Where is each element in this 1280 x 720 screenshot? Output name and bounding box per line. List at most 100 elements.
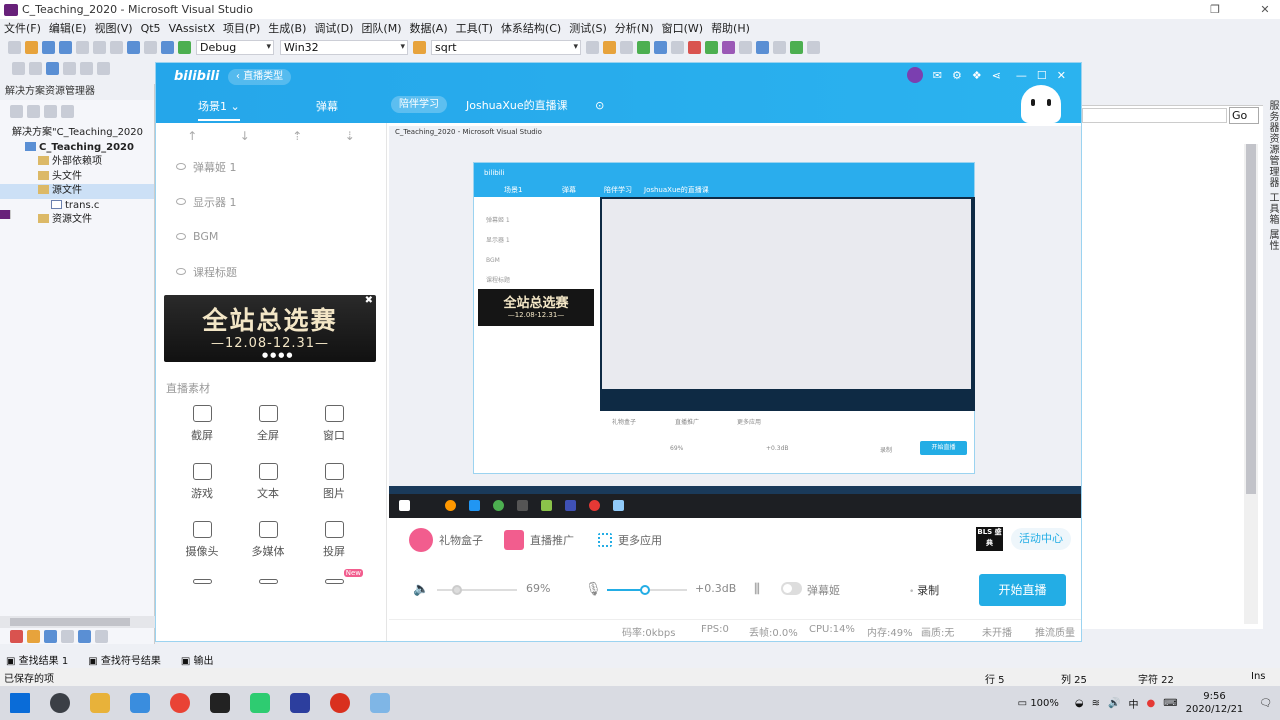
material-more[interactable] bbox=[169, 579, 235, 589]
outdent-icon[interactable] bbox=[29, 61, 42, 75]
tree-item[interactable]: 源文件 bbox=[0, 184, 154, 199]
gift-icon[interactable]: ❖ bbox=[972, 69, 982, 82]
menu-item[interactable]: 窗口(W) bbox=[658, 20, 707, 36]
menu-item[interactable]: 生成(B) bbox=[264, 20, 310, 36]
tab-danmaku[interactable]: 弹幕 bbox=[316, 98, 338, 114]
menu-item[interactable]: 项目(P) bbox=[219, 20, 264, 36]
menu-item[interactable]: 团队(M) bbox=[357, 20, 405, 36]
study-badge[interactable]: 陪伴学习 bbox=[391, 96, 447, 113]
tab-icon[interactable] bbox=[10, 629, 23, 643]
navigate-icon[interactable] bbox=[161, 41, 174, 54]
material-window[interactable]: 窗口 bbox=[301, 405, 367, 443]
list-icon[interactable] bbox=[97, 61, 110, 75]
copy-icon[interactable] bbox=[93, 41, 106, 54]
event-banner[interactable]: 全站总选赛 —12.08-12.31— ✖ ●●●● bbox=[164, 295, 376, 362]
file-explorer-icon[interactable] bbox=[90, 693, 110, 713]
view-code-icon[interactable] bbox=[61, 104, 74, 118]
gift-box-button[interactable]: 礼物盒子 bbox=[409, 525, 483, 555]
tab-icon[interactable] bbox=[78, 629, 91, 643]
source-item[interactable]: 弹幕姬 1 bbox=[156, 149, 386, 184]
source-item[interactable]: 课程标题 bbox=[156, 254, 386, 289]
material-gamepad[interactable]: 游戏 bbox=[169, 463, 235, 501]
start-debug-icon[interactable] bbox=[178, 41, 191, 54]
format-icon[interactable] bbox=[63, 61, 76, 75]
terminal-icon[interactable] bbox=[210, 693, 230, 713]
ime-mode-icon[interactable]: ⌨ bbox=[1163, 698, 1177, 709]
material-phone[interactable]: 投屏 bbox=[301, 521, 367, 559]
settings-icon[interactable]: ⚙ bbox=[952, 69, 962, 82]
record-button[interactable]: • 录制 bbox=[909, 582, 939, 598]
refresh-icon[interactable] bbox=[44, 104, 57, 118]
save-icon[interactable] bbox=[42, 41, 55, 54]
promote-button[interactable]: 直播推广 bbox=[504, 525, 574, 555]
object-browser-icon[interactable] bbox=[654, 41, 667, 54]
tab-scene[interactable]: 场景1 ⌄ bbox=[198, 98, 240, 121]
tree-item[interactable]: C_Teaching_2020 bbox=[0, 141, 154, 156]
app-icon[interactable] bbox=[330, 693, 350, 713]
menu-item[interactable]: 测试(S) bbox=[565, 20, 611, 36]
move-bottom-icon[interactable]: ⇣ bbox=[345, 129, 355, 143]
carousel-dots[interactable]: ●●●● bbox=[262, 351, 294, 359]
windows-start-icon[interactable] bbox=[10, 693, 30, 713]
menu-item[interactable]: 视图(V) bbox=[90, 20, 136, 36]
undo-icon[interactable] bbox=[127, 41, 140, 54]
more-tools-icon[interactable] bbox=[807, 41, 820, 54]
avatar[interactable] bbox=[906, 67, 923, 83]
find-dropdown[interactable]: sqrt bbox=[431, 40, 581, 55]
menu-item[interactable]: 工具(T) bbox=[452, 20, 497, 36]
solution-hscrollbar[interactable] bbox=[0, 616, 155, 628]
live-preview[interactable]: C_Teaching_2020 - Microsoft Visual Studi… bbox=[389, 126, 1081, 518]
material-camera[interactable]: 摄像头 bbox=[169, 521, 235, 559]
class-view-icon[interactable] bbox=[637, 41, 650, 54]
scroll-thumb[interactable] bbox=[1246, 144, 1256, 494]
volume-knob[interactable] bbox=[452, 585, 463, 595]
tab-icon[interactable] bbox=[61, 629, 74, 643]
ime-indicator[interactable]: 中 bbox=[1128, 696, 1138, 711]
material-more[interactable] bbox=[235, 579, 301, 589]
tree-item[interactable]: 资源文件 bbox=[0, 213, 154, 228]
member-combo[interactable] bbox=[1082, 108, 1227, 123]
material-more[interactable]: New bbox=[301, 569, 367, 589]
menu-item[interactable]: 帮助(H) bbox=[707, 20, 754, 36]
live-type-button[interactable]: ‹ 直播类型 bbox=[228, 69, 292, 85]
tab-icon[interactable] bbox=[44, 629, 57, 643]
build-icon[interactable] bbox=[790, 41, 803, 54]
danmaku-toggle[interactable] bbox=[781, 582, 802, 595]
eye-icon[interactable] bbox=[176, 198, 186, 205]
volume-slider[interactable] bbox=[437, 585, 517, 595]
network-icon[interactable]: ◒ bbox=[1075, 698, 1084, 709]
comment-icon[interactable] bbox=[756, 41, 769, 54]
menu-item[interactable]: VAssistX bbox=[165, 22, 219, 35]
material-text[interactable]: 文本 bbox=[235, 463, 301, 501]
cut-icon[interactable] bbox=[76, 41, 89, 54]
material-image[interactable]: 图片 bbox=[301, 463, 367, 501]
properties-icon[interactable] bbox=[620, 41, 633, 54]
find-icon[interactable] bbox=[413, 41, 426, 54]
eye-icon[interactable] bbox=[176, 268, 186, 275]
app-icon[interactable] bbox=[50, 693, 70, 713]
microphone-icon[interactable]: 🎙 bbox=[585, 582, 602, 597]
menu-item[interactable]: Qt5 bbox=[137, 22, 165, 35]
app-icon[interactable] bbox=[290, 693, 310, 713]
open-folder-icon[interactable] bbox=[25, 41, 38, 54]
comment-out-icon[interactable] bbox=[46, 61, 59, 75]
indent-icon[interactable] bbox=[12, 61, 25, 75]
tree-item[interactable]: trans.c bbox=[0, 199, 154, 214]
eye-icon[interactable] bbox=[176, 233, 186, 240]
bilibili-live-icon[interactable] bbox=[370, 693, 390, 713]
share-icon[interactable]: ⋖ bbox=[992, 69, 1001, 82]
mail-icon[interactable]: ✉ bbox=[933, 69, 942, 82]
tab-output[interactable]: ▣ 输出 bbox=[181, 652, 224, 667]
chrome-icon[interactable] bbox=[170, 693, 190, 713]
pycharm-icon[interactable] bbox=[250, 693, 270, 713]
tree-item[interactable]: 头文件 bbox=[0, 170, 154, 185]
properties-icon[interactable] bbox=[10, 104, 23, 118]
mic-slider[interactable] bbox=[607, 585, 687, 595]
material-monitor[interactable]: 全屏 bbox=[235, 405, 301, 443]
minimize-icon[interactable]: — bbox=[1016, 69, 1027, 82]
qt-designer-icon[interactable] bbox=[705, 41, 718, 54]
find-in-files-icon[interactable] bbox=[586, 41, 599, 54]
source-item[interactable]: BGM bbox=[156, 219, 386, 254]
clock[interactable]: 9:56 2020/12/21 bbox=[1186, 690, 1244, 716]
toolbox-icon[interactable] bbox=[603, 41, 616, 54]
